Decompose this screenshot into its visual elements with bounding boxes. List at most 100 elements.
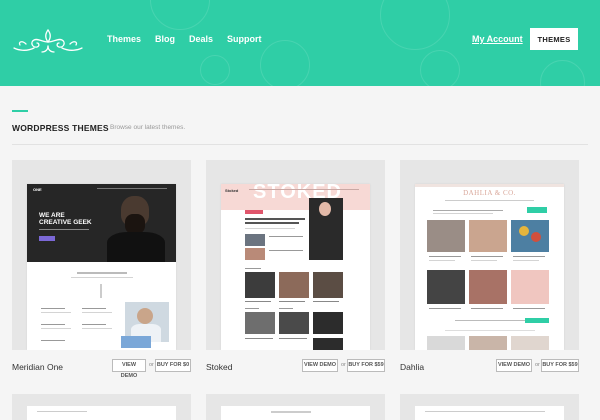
preview-subscribe	[527, 207, 547, 213]
theme-preview-partial[interactable]	[415, 406, 564, 420]
preview-grid-photo	[313, 272, 343, 298]
decor-swirl	[260, 40, 310, 86]
preview-line	[100, 284, 102, 298]
theme-preview-partial[interactable]	[221, 406, 370, 420]
preview-line	[513, 256, 545, 257]
preview-line	[279, 308, 293, 309]
preview-line	[41, 308, 65, 309]
preview-line	[455, 320, 525, 321]
preview-topbar	[415, 184, 564, 187]
preview-photo	[511, 220, 549, 252]
preview-photo	[511, 336, 549, 350]
preview-photo	[427, 220, 465, 252]
view-demo-button[interactable]: VIEW DEMO	[496, 359, 532, 372]
preview-chat-popup	[121, 336, 151, 348]
preview-line	[429, 256, 461, 257]
preview-line	[433, 213, 493, 214]
nav-support[interactable]: Support	[227, 34, 262, 44]
theme-name: Meridian One	[12, 362, 64, 372]
preview-line	[245, 301, 271, 302]
preview-line	[513, 308, 545, 309]
preview-line	[471, 256, 503, 257]
preview-photo	[469, 336, 507, 350]
theme-card-partial[interactable]	[400, 394, 579, 420]
preview-line	[471, 308, 503, 309]
preview-line	[41, 312, 71, 313]
preview-brand: Stoked	[225, 188, 239, 193]
buy-button[interactable]: BUY FOR $0	[155, 359, 191, 372]
preview-thumb	[245, 234, 265, 246]
preview-line	[82, 324, 106, 325]
preview-line	[39, 229, 89, 230]
preview-line	[245, 338, 273, 339]
preview-photo	[469, 220, 507, 252]
preview-heading	[77, 272, 127, 274]
theme-name: Dahlia	[400, 362, 425, 372]
preview-line	[513, 260, 539, 261]
preview-grid-photo	[279, 272, 309, 298]
logo-ornament-icon[interactable]	[12, 24, 84, 58]
theme-card-partial[interactable]	[206, 394, 385, 420]
preview-headline-2: CREATIVE GEEK	[39, 219, 92, 226]
theme-card-dahlia[interactable]: DAHLIA & CO.	[400, 160, 579, 350]
preview-line	[245, 268, 261, 269]
preview-line	[82, 308, 106, 309]
preview-grid-photo	[245, 312, 275, 334]
decor-swirl	[150, 0, 210, 30]
preview-portrait-beard	[125, 214, 145, 234]
preview-photo-detail	[519, 226, 529, 236]
theme-preview-stoked[interactable]: STOKED Stoked	[221, 184, 370, 350]
theme-preview-meridian-one[interactable]: ONE WE ARE CREATIVE GEEK	[27, 184, 176, 350]
preview-photo	[511, 270, 549, 304]
preview-brand: ONE	[33, 187, 42, 192]
preview-line	[245, 308, 259, 309]
preview-hero-button	[39, 236, 55, 241]
theme-card-partial[interactable]	[12, 394, 191, 420]
main-nav: Themes Blog Deals Support	[107, 34, 276, 44]
my-account-link[interactable]: My Account	[472, 34, 523, 44]
preview-photo	[469, 270, 507, 304]
themes-button[interactable]: THEMES	[530, 28, 578, 50]
preview-thumb	[245, 248, 265, 260]
preview-nav	[249, 189, 359, 190]
section-title: WORDPRESS THEMES	[12, 123, 109, 133]
preview-line	[279, 338, 307, 339]
decor-swirl	[420, 50, 460, 86]
or-separator: or	[341, 362, 346, 368]
theme-card-stoked[interactable]: STOKED Stoked	[206, 160, 385, 350]
nav-blog[interactable]: Blog	[155, 34, 175, 44]
theme-card-meridian-one[interactable]: ONE WE ARE CREATIVE GEEK	[12, 160, 191, 350]
theme-preview-partial[interactable]	[27, 406, 176, 420]
preview-photo-face	[137, 308, 153, 324]
nav-themes[interactable]: Themes	[107, 34, 141, 44]
theme-name: Stoked	[206, 362, 233, 372]
preview-line	[271, 411, 311, 413]
view-demo-button[interactable]: VIEW DEMO	[302, 359, 338, 372]
or-separator: or	[535, 362, 540, 368]
preview-headline-1: WE ARE	[39, 212, 65, 219]
site-header: Themes Blog Deals Support My Account THE…	[0, 0, 600, 86]
preview-button	[525, 318, 549, 323]
theme-preview-dahlia[interactable]: DAHLIA & CO.	[415, 184, 564, 350]
buy-button[interactable]: BUY FOR $59	[541, 359, 579, 372]
preview-grid-photo	[245, 272, 275, 298]
preview-photo	[427, 270, 465, 304]
preview-line	[41, 340, 65, 341]
preview-heading	[245, 222, 299, 224]
preview-portrait-body	[107, 232, 165, 262]
preview-line	[41, 328, 71, 329]
preview-line	[429, 308, 461, 309]
view-demo-button[interactable]: VIEW DEMO	[112, 359, 146, 379]
preview-dark-box	[313, 312, 343, 334]
buy-button[interactable]: BUY FOR $59	[347, 359, 385, 372]
preview-grid-photo	[279, 312, 309, 334]
preview-photo-detail	[531, 232, 541, 242]
preview-heading	[245, 218, 305, 220]
preview-line	[82, 328, 112, 329]
section-subtitle: Browse our latest themes.	[110, 124, 186, 131]
preview-line	[471, 260, 497, 261]
preview-feature-face	[319, 202, 331, 216]
nav-deals[interactable]: Deals	[189, 34, 213, 44]
preview-nav	[445, 200, 534, 201]
preview-dark-box	[313, 338, 343, 350]
